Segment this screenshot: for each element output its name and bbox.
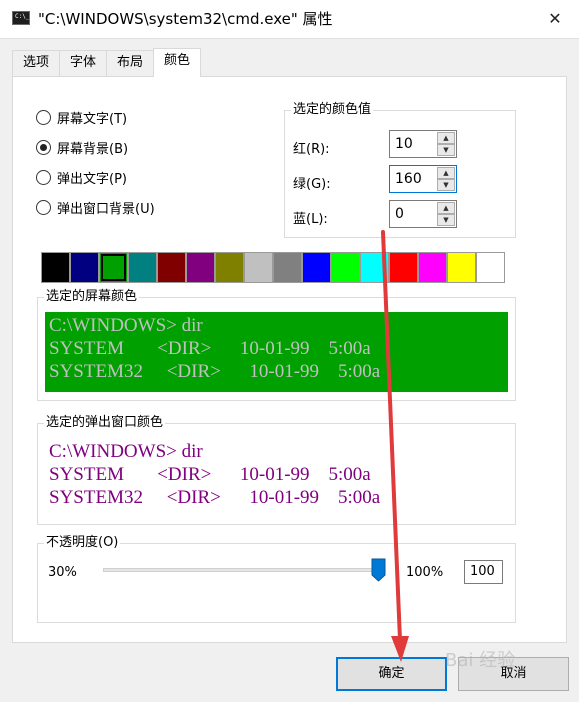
- console-line: SYSTEM <DIR> 10-01-99 5:00a: [49, 464, 371, 485]
- color-swatch[interactable]: [302, 252, 331, 283]
- color-swatch[interactable]: [41, 252, 70, 283]
- opacity-group: 不透明度(O): [37, 535, 516, 623]
- console-line: SYSTEM32 <DIR> 10-01-99 5:00a: [49, 361, 381, 382]
- radio-label: 屏幕背景(B): [57, 141, 129, 157]
- screen-color-preview: C:\WINDOWS> dir SYSTEM <DIR> 10-01-99 5:0…: [45, 312, 508, 392]
- color-swatch[interactable]: [244, 252, 273, 283]
- color-swatch[interactable]: [128, 252, 157, 283]
- console-line: SYSTEM32 <DIR> 10-01-99 5:00a: [49, 487, 381, 508]
- opacity-slider-track[interactable]: [103, 568, 381, 572]
- opacity-max-label: 100%: [406, 565, 444, 580]
- console-line: C:\WINDOWS> dir: [49, 315, 203, 336]
- radio-screen-background[interactable]: 屏幕背景(B): [36, 137, 128, 157]
- radio-button[interactable]: [36, 169, 51, 185]
- radio-label: 屏幕文字(T): [57, 111, 128, 127]
- console-line: SYSTEM <DIR> 10-01-99 5:00a: [49, 338, 371, 359]
- radio-label: 弹出文字(P): [57, 171, 127, 187]
- red-value[interactable]: 10: [395, 136, 413, 152]
- color-swatch[interactable]: [389, 252, 418, 283]
- tab-layout[interactable]: 布局: [106, 50, 155, 76]
- radio-button[interactable]: [36, 109, 51, 125]
- tab-options[interactable]: 选项: [12, 50, 61, 76]
- tab-font[interactable]: 字体: [59, 50, 108, 76]
- opacity-min-label: 30%: [48, 565, 77, 580]
- tab-strip: 选项 字体 布局 颜色: [12, 48, 202, 77]
- opacity-slider-thumb[interactable]: [371, 558, 386, 582]
- color-swatch[interactable]: [186, 252, 215, 283]
- opacity-value-field[interactable]: 100: [464, 560, 503, 584]
- radio-button[interactable]: [36, 139, 51, 155]
- close-button[interactable]: ✕: [540, 6, 570, 32]
- green-spinner[interactable]: 160 ▲ ▼: [389, 165, 457, 193]
- color-swatch[interactable]: [70, 252, 99, 283]
- radio-label: 弹出窗口背景(U): [57, 201, 155, 217]
- radio-popup-background[interactable]: 弹出窗口背景(U): [36, 197, 155, 217]
- group-title: 选定的颜色值: [291, 102, 374, 118]
- blue-label: 蓝(L):: [293, 212, 328, 227]
- color-swatch[interactable]: [273, 252, 302, 283]
- green-label: 绿(G):: [293, 177, 331, 192]
- spin-up-icon[interactable]: ▲: [437, 202, 455, 214]
- radio-popup-text[interactable]: 弹出文字(P): [36, 167, 127, 187]
- group-title: 选定的屏幕颜色: [44, 289, 140, 305]
- ok-button[interactable]: 确定: [336, 657, 447, 691]
- green-value[interactable]: 160: [395, 171, 422, 187]
- color-swatch[interactable]: [157, 252, 186, 283]
- group-title: 选定的弹出窗口颜色: [44, 415, 166, 431]
- color-swatch[interactable]: [447, 252, 476, 283]
- spin-up-icon[interactable]: ▲: [437, 167, 455, 179]
- spin-down-icon[interactable]: ▼: [437, 214, 455, 226]
- group-title: 不透明度(O): [44, 535, 121, 551]
- spin-down-icon[interactable]: ▼: [437, 179, 455, 191]
- radio-screen-text[interactable]: 屏幕文字(T): [36, 107, 127, 127]
- color-swatch[interactable]: [476, 252, 505, 283]
- watermark: Bai 经验: [445, 650, 516, 671]
- window-title: "C:\WINDOWS\system32\cmd.exe" 属性: [38, 10, 333, 28]
- color-swatch[interactable]: [360, 252, 389, 283]
- console-line: C:\WINDOWS> dir: [49, 441, 203, 462]
- color-swatch[interactable]: [215, 252, 244, 283]
- title-bar: C:\_ "C:\WINDOWS\system32\cmd.exe" 属性 ✕: [0, 0, 579, 38]
- color-swatch[interactable]: [331, 252, 360, 283]
- red-label: 红(R):: [293, 142, 330, 157]
- color-swatch[interactable]: [99, 252, 128, 283]
- spin-down-icon[interactable]: ▼: [437, 144, 455, 156]
- radio-button[interactable]: [36, 199, 51, 215]
- red-spinner[interactable]: 10 ▲ ▼: [389, 130, 457, 158]
- cmd-icon: C:\_: [12, 11, 30, 25]
- popup-color-preview: C:\WINDOWS> dir SYSTEM <DIR> 10-01-99 5:0…: [45, 438, 508, 512]
- color-palette: [41, 252, 505, 283]
- color-swatch[interactable]: [418, 252, 447, 283]
- spin-up-icon[interactable]: ▲: [437, 132, 455, 144]
- blue-spinner[interactable]: 0 ▲ ▼: [389, 200, 457, 228]
- tab-colors[interactable]: 颜色: [153, 48, 202, 77]
- blue-value[interactable]: 0: [395, 206, 404, 222]
